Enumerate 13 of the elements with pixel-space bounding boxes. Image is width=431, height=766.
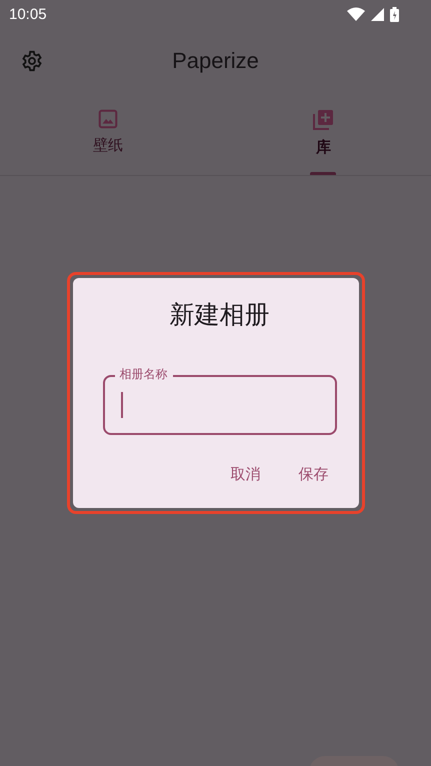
status-time: 10:05 [9, 6, 47, 22]
tab[interactable]: 库 [216, 94, 431, 175]
signal-icon [371, 8, 384, 20]
tab[interactable]: 壁纸 [0, 94, 216, 175]
settings-icon[interactable] [21, 50, 43, 72]
battery-icon [390, 6, 399, 22]
wifi-icon [347, 7, 365, 21]
stacked-plus-icon [311, 108, 336, 132]
app-title: Paperize [172, 48, 259, 74]
dialog-button[interactable]: 取消 [222, 459, 268, 490]
dialog-button[interactable]: 保存 [290, 459, 336, 490]
image-icon [96, 108, 119, 130]
dialog-title: 新建相册 [170, 299, 270, 331]
